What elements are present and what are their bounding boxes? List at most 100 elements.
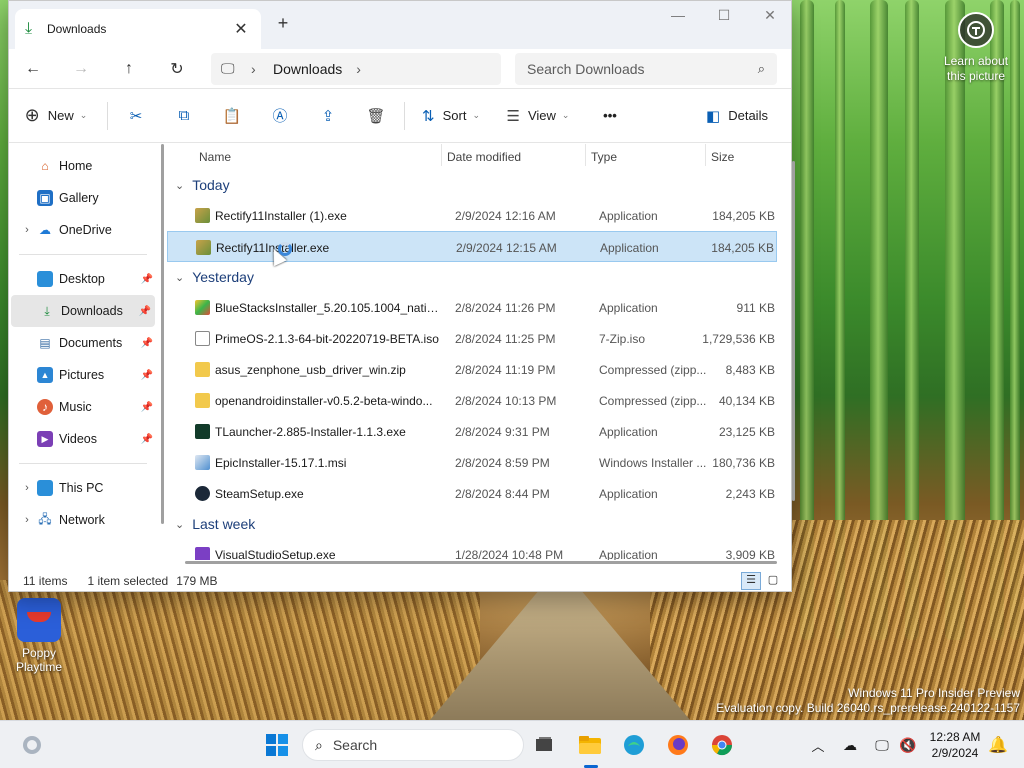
address-bar[interactable]: 🖵 › Downloads › — [211, 52, 501, 85]
share-button[interactable]: ⇪ — [304, 100, 352, 132]
more-options-button[interactable]: ••• — [583, 100, 637, 132]
download-icon: ⤓ — [44, 303, 50, 318]
widgets-icon[interactable] — [20, 733, 44, 757]
file-explorer-taskbar-icon[interactable] — [578, 733, 602, 757]
details-button[interactable]: ◧ Details — [693, 100, 781, 132]
file-row[interactable]: BlueStacksInstaller_5.20.105.1004_native… — [167, 292, 777, 323]
sidebar-item-home[interactable]: ⌂ Home — [9, 150, 157, 182]
edge-icon[interactable] — [622, 733, 646, 757]
sidebar-item-downloads[interactable]: ⤓ Downloads 📌 — [11, 295, 155, 327]
sidebar-item-documents[interactable]: ▤ Documents 📌 — [9, 327, 157, 359]
desktop-icon-poppy-playtime[interactable]: Poppy Playtime — [10, 598, 68, 674]
breadcrumb-downloads[interactable]: Downloads — [273, 61, 342, 77]
volume-muted-icon[interactable]: 🔇 — [896, 733, 920, 757]
status-bar: 11 items 1 item selected 179 MB ☰ ▢ — [9, 569, 791, 593]
sidebar-item-pictures[interactable]: ▲ Pictures 📌 — [9, 359, 157, 391]
chevron-right-icon[interactable]: › — [19, 224, 35, 236]
column-header-name[interactable]: Name — [199, 150, 231, 164]
clock-time: 12:28 AM — [929, 730, 981, 744]
delete-button[interactable]: 🗑 — [352, 100, 400, 132]
gallery-icon: ▣ — [37, 190, 53, 206]
refresh-button[interactable]: ↻ — [153, 59, 201, 79]
onedrive-offline-icon[interactable]: ☁ — [838, 733, 862, 757]
large-icons-view-icon[interactable]: ▢ — [763, 572, 783, 590]
file-size: 3,909 KB — [725, 548, 775, 560]
file-row[interactable]: EpicInstaller-15.17.1.msi 2/8/2024 8:59 … — [167, 447, 777, 478]
file-row[interactable]: Rectify11Installer (1).exe 2/9/2024 12:1… — [167, 200, 777, 231]
chevron-up-icon[interactable]: ︿ — [806, 733, 830, 757]
tab-downloads[interactable]: ⤓ Downloads ✕ — [15, 9, 261, 49]
close-window-button[interactable]: ✕ — [747, 7, 793, 27]
file-name: TLauncher-2.885-Installer-1.1.3.exe — [215, 425, 406, 439]
forward-button[interactable]: → — [57, 60, 105, 78]
file-row[interactable]: PrimeOS-2.1.3-64-bit-20220719-BETA.iso 2… — [167, 323, 777, 354]
file-row[interactable]: VisualStudioSetup.exe 1/28/2024 10:48 PM… — [167, 539, 777, 560]
group-header-today[interactable]: ⌄ Today — [167, 170, 777, 200]
cut-button[interactable]: ✂ — [112, 100, 160, 132]
chevron-right-icon[interactable]: › — [19, 514, 35, 526]
paste-button[interactable]: 📋 — [208, 100, 256, 132]
file-type: Compressed (zipp... — [599, 394, 707, 408]
horizontal-scrollbar[interactable] — [185, 561, 777, 564]
view-button[interactable]: ☰ View ⌄ — [493, 100, 583, 132]
sidebar-item-desktop[interactable]: Desktop 📌 — [9, 263, 157, 295]
file-type: Application — [599, 548, 658, 560]
vertical-scrollbar[interactable] — [792, 161, 795, 501]
clock[interactable]: 12:28 AM 2/9/2024 — [920, 729, 990, 761]
new-tab-button[interactable]: + — [271, 13, 295, 34]
up-button[interactable]: ↑ — [105, 60, 153, 78]
rename-icon: Ⓐ — [272, 108, 288, 125]
copy-button[interactable]: ⧉ — [160, 100, 208, 132]
sidebar-item-onedrive[interactable]: › ☁ OneDrive — [9, 214, 157, 246]
file-list: Name Date modified Type Size ⌄ Today Rect… — [167, 144, 777, 560]
file-size: 2,243 KB — [725, 487, 775, 501]
notification-bell-icon[interactable]: 🔔 — [986, 733, 1010, 757]
file-row[interactable]: asus_zenphone_usb_driver_win.zip 2/8/202… — [167, 354, 777, 385]
bluestacks-icon — [195, 300, 210, 315]
sort-label: Sort — [442, 108, 467, 123]
msi-installer-icon — [195, 455, 210, 470]
rename-button[interactable]: Ⓐ — [256, 100, 304, 132]
close-tab-icon[interactable]: ✕ — [231, 19, 251, 39]
sort-button[interactable]: ⇅ Sort ⌄ — [409, 100, 493, 132]
file-row[interactable]: SteamSetup.exe 2/8/2024 8:44 PM Applicat… — [167, 478, 777, 509]
maximize-button[interactable]: ☐ — [701, 7, 747, 27]
desktop-folder-icon — [37, 271, 53, 287]
minimize-button[interactable]: — — [655, 7, 701, 27]
search-box[interactable]: Search Downloads ⌕ — [515, 52, 777, 85]
network-icon[interactable]: 🖵 — [870, 733, 894, 757]
taskbar-search[interactable]: ⌕ Search — [302, 729, 524, 761]
file-type: Application — [599, 301, 658, 315]
file-row[interactable]: TLauncher-2.885-Installer-1.1.3.exe 2/8/… — [167, 416, 777, 447]
new-button[interactable]: ⊕ New ⌄ — [9, 100, 103, 132]
sidebar-item-videos[interactable]: ▶ Videos 📌 — [9, 423, 157, 455]
sidebar-scrollbar[interactable] — [161, 144, 164, 524]
chevron-right-icon[interactable]: › — [19, 482, 35, 494]
sidebar-item-label: Videos — [59, 432, 97, 446]
group-header-yesterday[interactable]: ⌄ Yesterday — [167, 262, 777, 292]
sidebar-item-this-pc[interactable]: › This PC — [9, 472, 157, 504]
watermark-line-1: Windows 11 Pro Insider Preview — [848, 686, 1020, 700]
column-header-type[interactable]: Type — [591, 150, 617, 164]
pin-icon: 📌 — [140, 273, 153, 285]
group-label: Today — [192, 177, 230, 193]
chevron-right-icon[interactable]: › — [356, 61, 378, 77]
column-header-date[interactable]: Date modified — [447, 150, 521, 164]
learn-about-picture[interactable]: Learn about this picture — [940, 12, 1012, 84]
task-view-icon[interactable] — [532, 733, 556, 757]
sidebar-item-network[interactable]: › 🖧 Network — [9, 504, 157, 536]
sidebar-item-gallery[interactable]: ▣ Gallery — [9, 182, 157, 214]
sidebar-item-music[interactable]: ♪ Music 📌 — [9, 391, 157, 423]
file-row[interactable]: openandroidinstaller-v0.5.2-beta-windo..… — [167, 385, 777, 416]
scissors-icon: ✂ — [129, 107, 143, 125]
group-header-last-week[interactable]: ⌄ Last week — [167, 509, 777, 539]
details-pane-icon: ◧ — [706, 107, 721, 125]
back-button[interactable]: ← — [9, 60, 57, 78]
details-view-icon[interactable]: ☰ — [741, 572, 761, 590]
start-button[interactable] — [265, 733, 289, 757]
column-header-size[interactable]: Size — [711, 150, 734, 164]
firefox-icon[interactable] — [666, 733, 690, 757]
file-row-selected[interactable]: Rectify11Installer.exe 2/9/2024 12:15 AM… — [167, 231, 777, 262]
chrome-icon[interactable] — [710, 733, 734, 757]
zip-folder-icon — [195, 393, 210, 408]
